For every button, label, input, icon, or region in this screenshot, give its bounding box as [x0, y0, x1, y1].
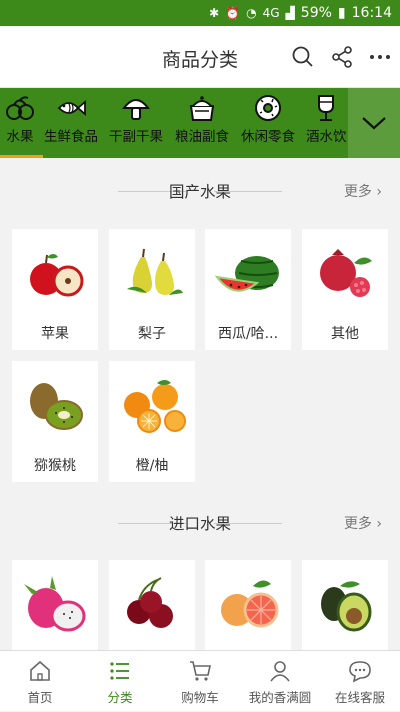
category-label: 生鲜食品: [44, 129, 98, 145]
tab-cart[interactable]: 购物车: [160, 651, 240, 712]
category-tab-fruit[interactable]: 水果: [0, 88, 43, 158]
product-label: 其他: [331, 326, 359, 342]
tab-category[interactable]: 分类: [80, 651, 160, 712]
grapefruit-image: [221, 580, 279, 628]
tab-profile[interactable]: 我的香满圆: [240, 651, 320, 712]
bluetooth-icon: ✱: [209, 6, 220, 20]
category-label: 休闲零食: [241, 129, 295, 145]
section-more-link[interactable]: 更多 ›: [344, 181, 382, 201]
product-card[interactable]: [109, 560, 195, 650]
tab-customer-service[interactable]: 在线客服: [320, 651, 400, 712]
search-icon[interactable]: [291, 45, 315, 69]
category-label: 酒水饮: [306, 129, 347, 145]
rice-pot-icon: [189, 96, 215, 121]
tab-label: 分类: [107, 690, 133, 705]
product-card[interactable]: 橙/柚: [109, 361, 195, 482]
product-card[interactable]: [302, 560, 388, 650]
category-tabs: 水果 生鲜食品 干副干果 粮油副食 休闲零食 酒水饮: [0, 88, 400, 158]
cart-icon: [190, 661, 211, 681]
product-card[interactable]: 其他: [302, 229, 388, 350]
category-tab-dried-goods[interactable]: 干副干果: [109, 88, 163, 158]
product-label: 西瓜/哈...: [217, 326, 279, 342]
product-card[interactable]: 猕猴桃: [12, 361, 98, 482]
divider: [214, 523, 282, 524]
bottom-tab-bar: 首页 分类 购物车 我的香满圆 在线客服: [0, 650, 400, 711]
category-label: 干副干果: [109, 129, 163, 145]
avocado-image: [321, 581, 372, 632]
chat-icon: [349, 661, 371, 683]
pomegranate-image: [320, 249, 372, 297]
share-icon[interactable]: [330, 45, 354, 69]
divider: [214, 191, 282, 192]
product-card[interactable]: 梨子: [109, 229, 195, 350]
dragonfruit-image: [24, 576, 86, 632]
tab-label: 我的香满圆: [248, 690, 312, 705]
tab-label: 首页: [27, 690, 53, 705]
list-icon: [110, 662, 129, 680]
status-bar: ✱ ⏰ ◔ 4G ▟ 59% ▮ 16:14: [0, 0, 400, 26]
pear-image: [127, 248, 183, 295]
battery-icon: ▮: [337, 5, 346, 21]
alarm-icon: ⏰: [225, 6, 241, 20]
section-more-link[interactable]: 更多 ›: [344, 513, 382, 533]
watermelon-image: [214, 256, 279, 292]
home-icon: [30, 660, 50, 681]
product-card[interactable]: [205, 560, 291, 650]
expand-categories-button[interactable]: [348, 88, 400, 158]
product-label: 苹果: [41, 326, 69, 342]
signal-icon: ▟: [285, 6, 295, 20]
tab-home[interactable]: 首页: [0, 651, 80, 712]
category-tab-snacks[interactable]: 休闲零食: [241, 88, 295, 158]
fruit-icon: [6, 96, 34, 120]
apple-image: [30, 254, 84, 297]
drink-glass-icon: [318, 95, 335, 121]
tab-label: 在线客服: [334, 690, 385, 705]
category-tab-fresh-food[interactable]: 生鲜食品: [44, 88, 98, 158]
product-label: 猕猴桃: [34, 458, 76, 474]
clock: 16:14: [351, 5, 392, 21]
kiwi-image: [30, 383, 83, 430]
more-label: 更多: [343, 516, 372, 532]
section-header-imported-fruit: 进口水果 更多 ›: [0, 508, 400, 538]
donut-icon: [255, 95, 281, 121]
cherry-image: [127, 577, 173, 628]
category-content[interactable]: 国产水果 更多 › 苹果 梨子 西瓜/哈... 其他 猕猴桃 橙/柚 进口水果 …: [0, 158, 400, 650]
product-label: 梨子: [138, 326, 166, 342]
product-card[interactable]: 西瓜/哈...: [205, 229, 291, 350]
category-label: 水果: [6, 129, 34, 145]
wifi-icon: ◔: [246, 6, 257, 20]
section-title: 进口水果: [168, 515, 231, 533]
mushroom-icon: [121, 99, 151, 120]
chevron-down-icon: [362, 117, 386, 130]
more-label: 更多: [343, 184, 372, 200]
orange-image: [124, 380, 186, 433]
title-bar: 商品分类: [0, 26, 400, 88]
fish-icon: [57, 100, 86, 116]
category-label: 粮油副食: [175, 129, 229, 145]
category-tab-drinks[interactable]: 酒水饮: [306, 88, 347, 158]
product-card[interactable]: [12, 560, 98, 650]
more-options-icon[interactable]: [368, 45, 392, 69]
tab-label: 购物车: [181, 690, 219, 705]
product-card[interactable]: 苹果: [12, 229, 98, 350]
person-icon: [270, 661, 290, 682]
category-tab-grain-oil[interactable]: 粮油副食: [175, 88, 229, 158]
network-label: 4G: [262, 6, 280, 20]
section-title: 国产水果: [168, 183, 231, 201]
battery-percent: 59%: [300, 5, 332, 21]
section-header-domestic-fruit: 国产水果 更多 ›: [0, 176, 400, 206]
product-label: 橙/柚: [135, 458, 169, 474]
